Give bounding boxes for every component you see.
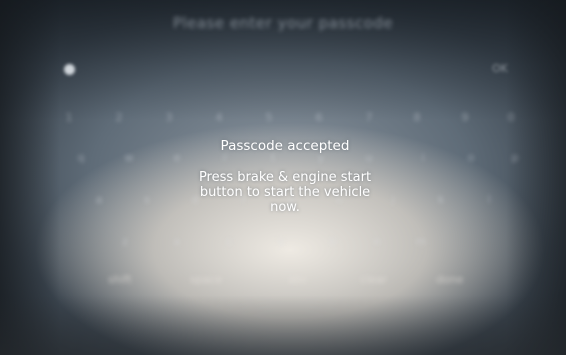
key-5[interactable]: 5 bbox=[262, 110, 276, 126]
key-6[interactable]: 6 bbox=[312, 110, 326, 126]
key-q[interactable]: q bbox=[74, 150, 88, 166]
status-dot-icon bbox=[64, 64, 75, 75]
vignette-bottom bbox=[0, 295, 566, 355]
space-key[interactable]: space bbox=[190, 272, 222, 288]
passcode-screen: Please enter your passcode OK 1 2 3 4 5 … bbox=[0, 0, 566, 355]
key-p[interactable]: p bbox=[508, 150, 522, 166]
key-m[interactable]: m bbox=[414, 234, 428, 250]
key-n[interactable]: n bbox=[370, 234, 384, 250]
key-c[interactable]: c bbox=[222, 234, 236, 250]
key-a[interactable]: a bbox=[92, 192, 106, 208]
key-k[interactable]: k bbox=[434, 192, 448, 208]
message-body: Press brake & engine start button to sta… bbox=[198, 170, 372, 215]
key-v[interactable]: v bbox=[274, 234, 288, 250]
keyboard-row-zxcv: z x c v b n m bbox=[0, 234, 566, 250]
key-z[interactable]: z bbox=[118, 234, 132, 250]
keyboard-row-digits: 1 2 3 4 5 6 7 8 9 0 bbox=[0, 110, 566, 126]
key-9[interactable]: 9 bbox=[458, 110, 472, 126]
key-b[interactable]: b bbox=[326, 234, 340, 250]
key-w[interactable]: w bbox=[122, 150, 136, 166]
keyboard-row-function: shift space abc clear done bbox=[0, 272, 566, 288]
message-title: Passcode accepted bbox=[220, 138, 350, 154]
ok-key[interactable]: OK bbox=[492, 62, 508, 75]
shift-key[interactable]: shift bbox=[108, 272, 132, 288]
done-key[interactable]: done bbox=[436, 272, 463, 288]
key-4[interactable]: 4 bbox=[212, 110, 226, 126]
key-1[interactable]: 1 bbox=[62, 110, 76, 126]
passcode-prompt: Please enter your passcode bbox=[172, 14, 394, 32]
abc-key[interactable]: abc bbox=[288, 272, 308, 288]
key-0[interactable]: 0 bbox=[504, 110, 518, 126]
key-o[interactable]: o bbox=[464, 150, 478, 166]
key-l[interactable]: l bbox=[482, 192, 496, 208]
key-7[interactable]: 7 bbox=[362, 110, 376, 126]
key-3[interactable]: 3 bbox=[162, 110, 176, 126]
passcode-accepted-message: Passcode accepted Press brake & engine s… bbox=[150, 138, 420, 215]
key-8[interactable]: 8 bbox=[410, 110, 424, 126]
key-2[interactable]: 2 bbox=[112, 110, 126, 126]
clear-key[interactable]: clear bbox=[360, 272, 387, 288]
key-x[interactable]: x bbox=[170, 234, 184, 250]
